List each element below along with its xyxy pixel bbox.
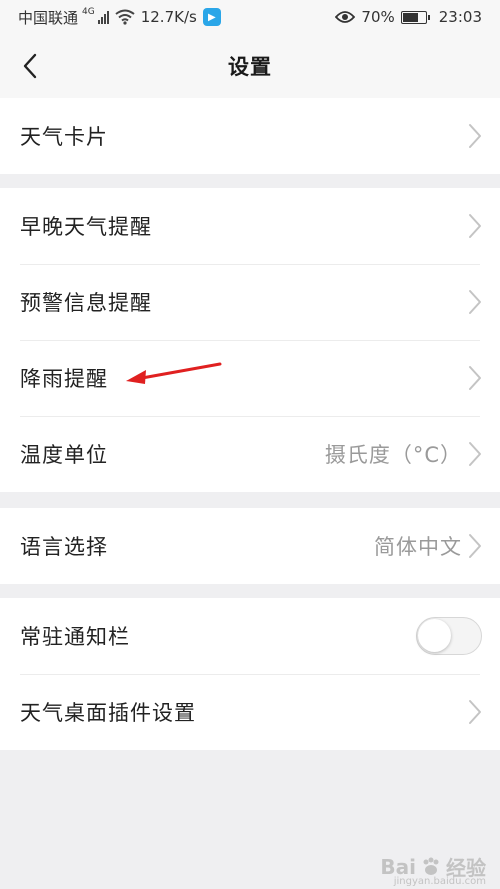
settings-group-reminders: 早晚天气提醒 预警信息提醒 降雨提醒 温度单位 摄氏度（°C） <box>0 188 500 492</box>
settings-group-notification: 常驻通知栏 天气桌面插件设置 <box>0 598 500 750</box>
battery-icon <box>400 10 430 24</box>
watermark-url: jingyan.baidu.com <box>393 876 486 887</box>
row-label: 天气桌面插件设置 <box>20 701 196 725</box>
chevron-right-icon <box>468 289 482 315</box>
row-value: 简体中文 <box>374 535 462 559</box>
row-label: 常驻通知栏 <box>20 625 130 649</box>
carrier-name: 中国联通 <box>18 8 79 27</box>
chevron-right-icon <box>468 123 482 149</box>
row-label: 温度单位 <box>20 443 108 467</box>
signal-icon <box>97 10 109 24</box>
battery-percent: 70% <box>361 8 395 26</box>
wifi-icon <box>115 9 135 25</box>
chevron-right-icon <box>468 213 482 239</box>
baidu-jingyan-watermark: Bai 经验 jingyan.baidu.com <box>380 852 486 888</box>
app-notification-icon: ▶ <box>202 8 221 26</box>
row-label: 天气卡片 <box>20 125 108 149</box>
settings-group-language: 语言选择 简体中文 <box>0 508 500 584</box>
row-widget-settings[interactable]: 天气桌面插件设置 <box>0 674 500 750</box>
eye-icon <box>335 11 356 23</box>
row-label: 降雨提醒 <box>20 367 108 391</box>
clock: 23:03 <box>438 8 482 26</box>
watermark-brand: Bai <box>380 854 416 879</box>
row-label: 早晚天气提醒 <box>20 215 152 239</box>
row-rain-reminder[interactable]: 降雨提醒 <box>0 340 500 416</box>
chevron-right-icon <box>468 699 482 725</box>
row-language[interactable]: 语言选择 简体中文 <box>0 508 500 584</box>
chevron-right-icon <box>468 365 482 391</box>
toggle-knob <box>418 619 451 652</box>
status-right: 70% 23:03 <box>335 8 482 26</box>
row-value: 摄氏度（°C） <box>324 443 462 467</box>
chevron-right-icon <box>468 441 482 467</box>
paw-icon <box>423 857 439 875</box>
network-speed: 12.7K/s <box>140 8 197 26</box>
chevron-left-icon <box>23 53 37 79</box>
settings-screen: 中国联通 4G 12.7K/s ▶ 70% 23:03 设置 天气卡片 早晚天气… <box>0 0 500 889</box>
row-label: 语言选择 <box>20 535 108 559</box>
network-type: 4G <box>82 7 95 17</box>
top-bar: 设置 <box>0 34 500 98</box>
status-left: 中国联通 4G 12.7K/s ▶ <box>18 7 221 28</box>
row-morning-evening-reminder[interactable]: 早晚天气提醒 <box>0 188 500 264</box>
notification-toggle[interactable] <box>416 617 482 655</box>
row-persistent-notification: 常驻通知栏 <box>0 598 500 674</box>
row-warning-reminder[interactable]: 预警信息提醒 <box>0 264 500 340</box>
page-title: 设置 <box>228 55 272 79</box>
back-button[interactable] <box>10 46 50 86</box>
chevron-right-icon <box>468 533 482 559</box>
settings-group-cards: 天气卡片 <box>0 98 500 174</box>
row-weather-card[interactable]: 天气卡片 <box>0 98 500 174</box>
row-temperature-unit[interactable]: 温度单位 摄氏度（°C） <box>0 416 500 492</box>
row-label: 预警信息提醒 <box>20 291 152 315</box>
status-bar: 中国联通 4G 12.7K/s ▶ 70% 23:03 <box>0 0 500 34</box>
